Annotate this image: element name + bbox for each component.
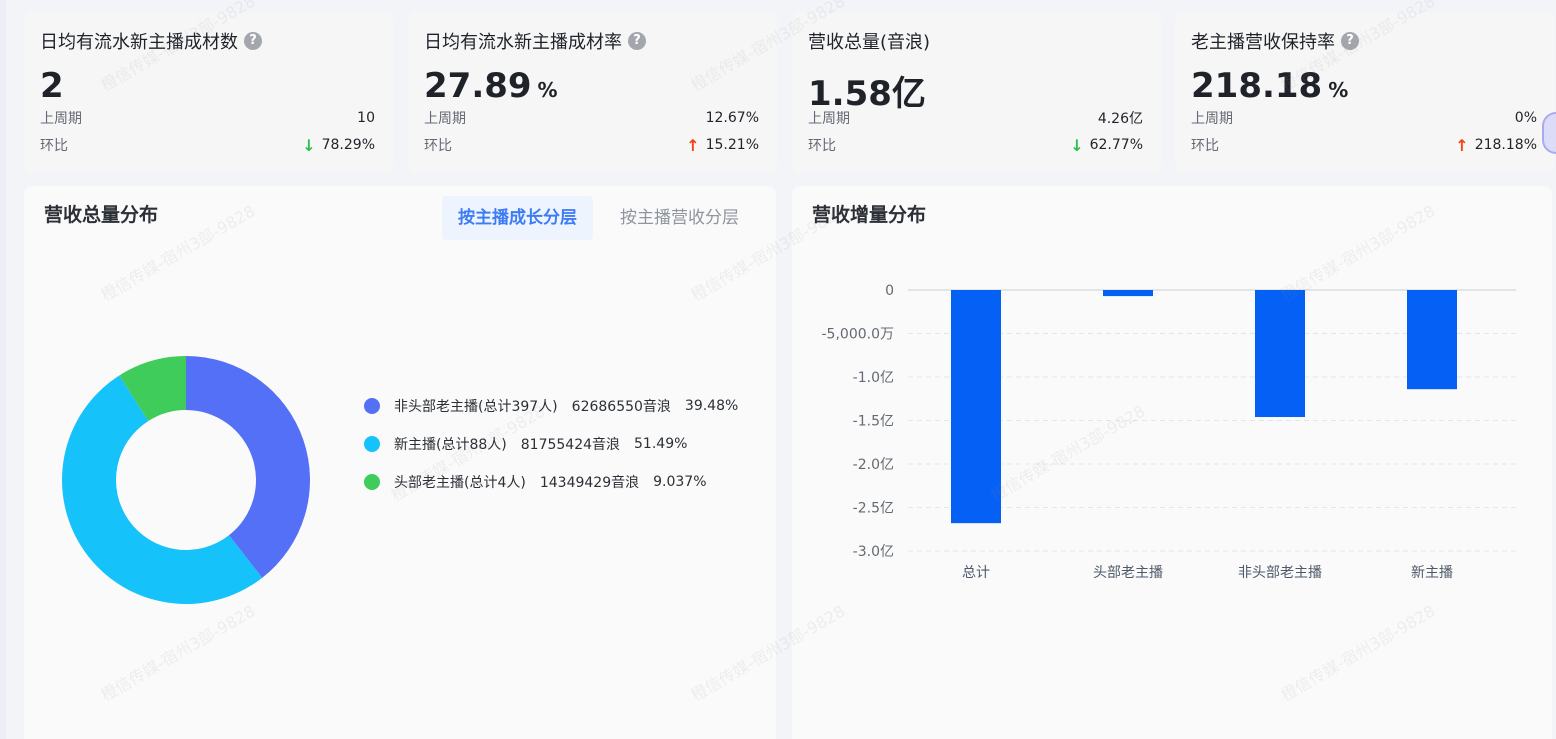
ratio-value-text: 15.21% xyxy=(705,137,759,153)
kpi-title-text: 营收总量(音浪) xyxy=(808,32,931,53)
panel-title: 营收总量分布 xyxy=(44,204,159,226)
kpi-value: 27.89% xyxy=(424,66,558,106)
prev-period-label: 上周期 xyxy=(1191,111,1233,127)
arrow-up-icon: ↑ xyxy=(1455,135,1469,155)
tab-revenue-tier[interactable]: 按主播营收分层 xyxy=(604,196,755,240)
prev-period-label: 上周期 xyxy=(40,111,82,127)
donut-slice[interactable] xyxy=(186,356,310,578)
legend-value: 62686550音浪 xyxy=(571,399,671,415)
prev-period-value: 0% xyxy=(1514,110,1537,126)
help-icon[interactable]: ? xyxy=(1341,32,1359,50)
y-tick-label: -5,000.0万 xyxy=(822,327,895,343)
y-tick-label: -1.5亿 xyxy=(853,414,894,430)
prev-period-label: 上周期 xyxy=(424,111,466,127)
ratio-label: 环比 xyxy=(1191,138,1219,154)
kpi-card: 营收总量(音浪) 1.58亿 上周期 4.26亿 环比 ↓ 62.77% xyxy=(792,12,1161,172)
y-tick-label: -3.0亿 xyxy=(853,544,894,560)
legend-value: 14349429音浪 xyxy=(539,475,640,491)
kpi-unit: % xyxy=(1328,78,1349,102)
ratio-value: ↓ 62.77% xyxy=(1070,135,1143,155)
help-icon[interactable]: ? xyxy=(244,32,262,50)
kpi-value-number: 27.89 xyxy=(424,66,532,106)
legend-dot xyxy=(364,474,380,490)
y-tick-label: -2.5亿 xyxy=(853,501,894,517)
kpi-unit: % xyxy=(537,78,558,102)
legend-item[interactable]: 新主播(总计88人) 81755424音浪 51.49% xyxy=(364,434,687,454)
ratio-label: 环比 xyxy=(808,138,836,154)
kpi-title: 日均有流水新主播成材率 ? xyxy=(424,28,646,54)
floating-assistant-handle[interactable] xyxy=(1542,112,1556,154)
arrow-down-icon: ↓ xyxy=(1070,135,1084,155)
prev-period-row: 上周期 12.67% xyxy=(424,108,759,128)
arrow-up-icon: ↑ xyxy=(686,135,700,155)
ratio-row: 环比 ↑ 218.18% xyxy=(1191,135,1537,155)
ratio-value-text: 218.18% xyxy=(1474,137,1537,153)
ratio-value: ↑ 15.21% xyxy=(686,135,759,155)
kpi-value: 218.18% xyxy=(1191,66,1348,106)
bar[interactable] xyxy=(1255,290,1305,418)
revenue-total-panel: 营收总量分布 按主播成长分层 按主播营收分层 非头部老主播(总计397人) 626… xyxy=(24,186,776,739)
x-tick-label: 头部老主播 xyxy=(1093,565,1163,581)
kpi-value: 2 xyxy=(40,66,64,106)
y-tick-label: -2.0亿 xyxy=(853,457,894,473)
kpi-title: 日均有流水新主播成材数 ? xyxy=(40,28,262,54)
x-tick-label: 非头部老主播 xyxy=(1238,565,1322,581)
kpi-value-number: 218.18 xyxy=(1191,66,1323,106)
kpi-title-text: 老主播营收保持率 xyxy=(1191,32,1335,53)
prev-period-label: 上周期 xyxy=(808,111,850,127)
ratio-value-text: 78.29% xyxy=(321,137,375,153)
y-tick-label: -1.0亿 xyxy=(853,370,894,386)
legend-label: 头部老主播(总计4人) xyxy=(394,475,526,491)
bar[interactable] xyxy=(1103,290,1153,297)
left-edge-strip xyxy=(0,0,6,739)
legend-item[interactable]: 头部老主播(总计4人) 14349429音浪 9.037% xyxy=(364,472,707,492)
ratio-label: 环比 xyxy=(424,138,452,154)
x-tick-label: 总计 xyxy=(962,565,990,581)
kpi-card: 日均有流水新主播成材率 ? 27.89% 上周期 12.67% 环比 ↑ 15.… xyxy=(408,12,777,172)
panel-title: 营收增量分布 xyxy=(812,204,927,226)
prev-period-value: 4.26亿 xyxy=(1097,111,1143,127)
x-tick-label: 新主播 xyxy=(1411,565,1453,581)
legend-percent: 39.48% xyxy=(684,398,739,414)
revenue-increment-panel: 营收增量分布 0 -5,000.0万 -1.0亿 -1.5亿 -2.0亿 -2.5亿 -3.… xyxy=(792,186,1552,739)
ratio-row: 环比 ↑ 15.21% xyxy=(424,135,759,155)
ratio-value: ↓ 78.29% xyxy=(302,135,375,155)
prev-period-row: 上周期 4.26亿 xyxy=(808,108,1143,128)
kpi-title: 老主播营收保持率 ? xyxy=(1191,28,1359,54)
ratio-value-text: 62.77% xyxy=(1089,137,1143,153)
ratio-value: ↑ 218.18% xyxy=(1455,135,1537,155)
bar[interactable] xyxy=(1407,290,1457,390)
arrow-down-icon: ↓ xyxy=(302,135,316,155)
legend-value: 81755424音浪 xyxy=(520,437,621,453)
prev-period-value: 10 xyxy=(357,110,375,126)
help-icon[interactable]: ? xyxy=(628,32,646,50)
ratio-row: 环比 ↓ 78.29% xyxy=(40,135,375,155)
kpi-title-text: 日均有流水新主播成材数 xyxy=(40,32,238,53)
legend-label: 非头部老主播(总计397人) xyxy=(394,399,558,415)
y-tick-label: 0 xyxy=(885,283,894,299)
kpi-card: 日均有流水新主播成材数 ? 2 上周期 10 环比 ↓ 78.29% xyxy=(24,12,393,172)
kpi-value-number: 2 xyxy=(40,66,64,106)
kpi-card: 老主播营收保持率 ? 218.18% 上周期 0% 环比 ↑ 218.18% xyxy=(1175,12,1555,172)
ratio-row: 环比 ↓ 62.77% xyxy=(808,135,1143,155)
donut-chart xyxy=(61,356,310,605)
legend-percent: 9.037% xyxy=(653,474,707,490)
tab-growth-tier[interactable]: 按主播成长分层 xyxy=(442,196,593,240)
kpi-title-text: 日均有流水新主播成材率 xyxy=(424,32,622,53)
bar-chart: 0 -5,000.0万 -1.0亿 -1.5亿 -2.0亿 -2.5亿 -3.0亿总计 头部老… xyxy=(822,283,1516,581)
legend-percent: 51.49% xyxy=(634,436,688,452)
ratio-label: 环比 xyxy=(40,138,68,154)
legend-item[interactable]: 非头部老主播(总计397人) 62686550音浪 39.48% xyxy=(364,396,738,416)
legend-dot xyxy=(364,436,380,452)
prev-period-value: 12.67% xyxy=(705,110,759,126)
legend-dot xyxy=(364,398,380,414)
prev-period-row: 上周期 10 xyxy=(40,108,375,128)
kpi-title: 营收总量(音浪) xyxy=(808,28,930,54)
legend-label: 新主播(总计88人) xyxy=(394,437,507,453)
bar[interactable] xyxy=(951,290,1001,524)
prev-period-row: 上周期 0% xyxy=(1191,108,1537,128)
